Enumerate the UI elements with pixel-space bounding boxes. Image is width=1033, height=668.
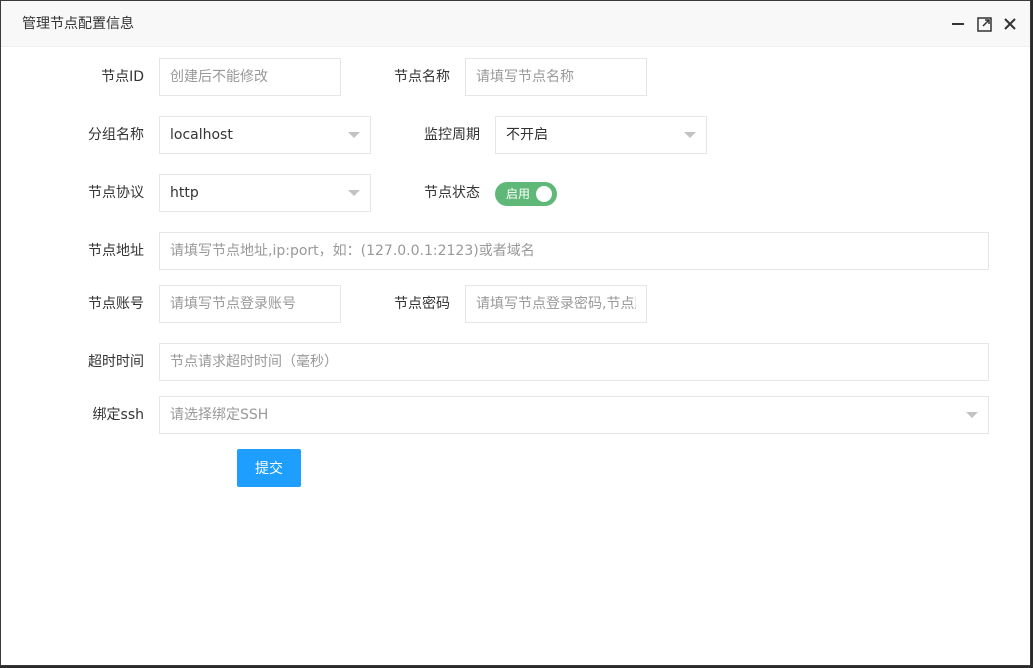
password-label: 节点密码	[394, 296, 450, 312]
address-label: 节点地址	[88, 243, 144, 259]
chevron-down-icon	[966, 412, 978, 418]
password-field[interactable]	[465, 285, 647, 323]
chevron-down-icon	[348, 132, 360, 138]
maximize-icon[interactable]	[975, 15, 993, 33]
close-icon[interactable]	[1001, 15, 1019, 33]
group-label: 分组名称	[88, 127, 144, 143]
monitor-label: 监控周期	[424, 127, 480, 143]
monitor-select-value: 不开启	[506, 127, 548, 143]
status-label: 节点状态	[424, 185, 480, 201]
dialog-title: 管理节点配置信息	[22, 16, 134, 32]
node-name-field[interactable]	[465, 58, 647, 96]
node-name-input[interactable]	[466, 59, 646, 95]
minimize-icon[interactable]	[949, 15, 967, 33]
protocol-select-value: http	[170, 185, 199, 201]
ssh-select-placeholder: 请选择绑定SSH	[170, 407, 269, 423]
timeout-input[interactable]	[160, 344, 988, 380]
group-select[interactable]: localhost	[159, 116, 371, 154]
ssh-select[interactable]: 请选择绑定SSH	[159, 396, 989, 434]
monitor-select[interactable]: 不开启	[495, 116, 707, 154]
status-toggle-text: 启用	[506, 187, 531, 201]
timeout-field[interactable]	[159, 343, 989, 381]
group-select-value: localhost	[170, 127, 233, 143]
timeout-label: 超时时间	[88, 354, 144, 370]
node-id-label: 节点ID	[101, 69, 144, 85]
account-label: 节点账号	[88, 296, 144, 312]
chevron-down-icon	[348, 190, 360, 196]
dialog-window: 管理节点配置信息 节点ID 节点名称 分组名称 localhost	[0, 0, 1031, 666]
status-toggle[interactable]: 启用	[495, 182, 557, 206]
node-id-field[interactable]	[159, 58, 341, 96]
toggle-knob	[536, 186, 552, 202]
node-name-label: 节点名称	[394, 69, 450, 85]
address-input[interactable]	[160, 233, 988, 269]
dialog-titlebar: 管理节点配置信息	[1, 1, 1030, 47]
chevron-down-icon	[684, 132, 696, 138]
protocol-select[interactable]: http	[159, 174, 371, 212]
submit-button[interactable]: 提交	[237, 449, 301, 487]
address-field[interactable]	[159, 232, 989, 270]
password-input[interactable]	[466, 286, 646, 322]
account-input[interactable]	[160, 286, 340, 322]
ssh-label: 绑定ssh	[92, 407, 144, 423]
account-field[interactable]	[159, 285, 341, 323]
node-id-input[interactable]	[160, 59, 340, 95]
protocol-label: 节点协议	[88, 185, 144, 201]
